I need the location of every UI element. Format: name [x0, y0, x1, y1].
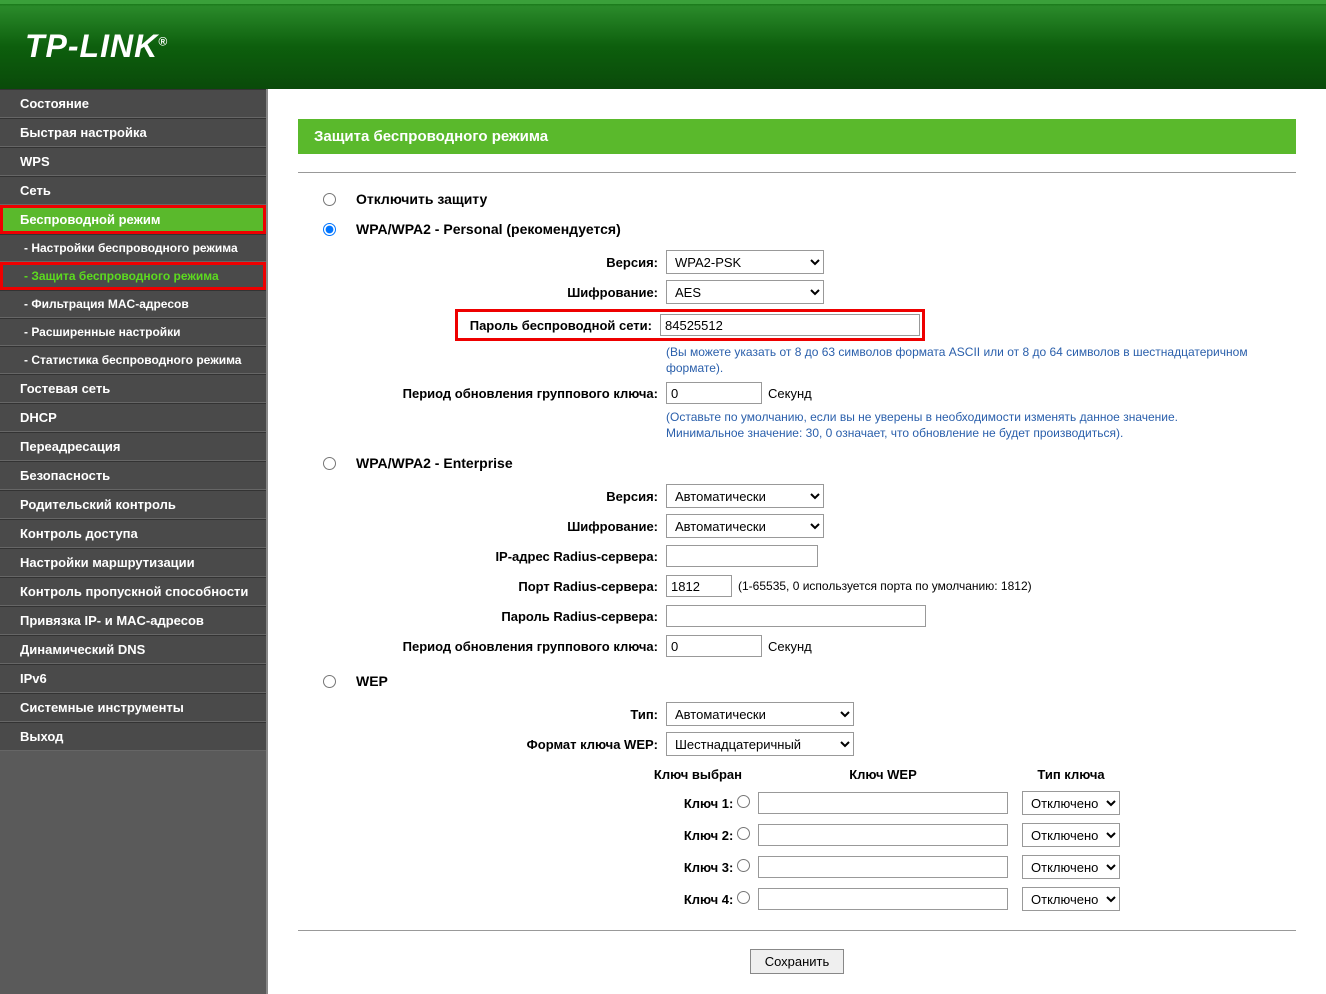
- personal-version-select[interactable]: WPA2-PSK: [666, 250, 824, 274]
- wep-key3-radio[interactable]: [737, 859, 750, 872]
- menu-parental[interactable]: Родительский контроль: [0, 490, 266, 519]
- radio-disable[interactable]: [323, 193, 336, 206]
- menu-ipv6[interactable]: IPv6: [0, 664, 266, 693]
- enterprise-title: WPA/WPA2 - Enterprise: [356, 455, 513, 471]
- ent-radius-pass-input[interactable]: [666, 605, 926, 627]
- wep-col-selected: Ключ выбран: [460, 763, 750, 786]
- wep-key1-radio[interactable]: [737, 795, 750, 808]
- wep-format-label: Формат ключа WEP:: [298, 737, 666, 752]
- header: TP-LINK®: [0, 0, 1326, 89]
- radio-wep[interactable]: [323, 675, 336, 688]
- menu-dhcp[interactable]: DHCP: [0, 403, 266, 432]
- personal-groupkey-label: Период обновления группового ключа:: [298, 386, 666, 401]
- disable-label: Отключить защиту: [356, 191, 487, 207]
- menu-ip-mac-binding[interactable]: Привязка IP- и MAC-адресов: [0, 606, 266, 635]
- personal-password-note: (Вы можете указать от 8 до 63 символов ф…: [666, 345, 1256, 376]
- ent-radius-ip-label: IP-адрес Radius-сервера:: [298, 549, 666, 564]
- ent-groupkey-label: Период обновления группового ключа:: [298, 639, 666, 654]
- wep-key-row-2: Ключ 2: Отключено: [460, 820, 1126, 850]
- personal-title: WPA/WPA2 - Personal (рекомендуется): [356, 221, 621, 237]
- menu-routing[interactable]: Настройки маршрутизации: [0, 548, 266, 577]
- wep-key1-type[interactable]: Отключено: [1022, 791, 1120, 815]
- ent-radius-port-label: Порт Radius-сервера:: [298, 579, 666, 594]
- radio-wpa-enterprise[interactable]: [323, 457, 336, 470]
- wep-format-select[interactable]: Шестнадцатеричный: [666, 732, 854, 756]
- ent-version-select[interactable]: Автоматически: [666, 484, 824, 508]
- menu-forwarding[interactable]: Переадресация: [0, 432, 266, 461]
- content: Защита беспроводного режима Отключить за…: [268, 89, 1326, 994]
- wep-title: WEP: [356, 673, 388, 689]
- personal-groupkey-note: (Оставьте по умолчанию, если вы не увере…: [666, 410, 1256, 441]
- wep-key-row-3: Ключ 3: Отключено: [460, 852, 1126, 882]
- ent-radius-ip-input[interactable]: [666, 545, 818, 567]
- menu-wireless-security[interactable]: - Защита беспроводного режима: [0, 262, 266, 290]
- page-title: Защита беспроводного режима: [298, 119, 1296, 154]
- radio-wpa-personal[interactable]: [323, 223, 336, 236]
- menu-access-control[interactable]: Контроль доступа: [0, 519, 266, 548]
- personal-encryption-label: Шифрование:: [298, 285, 666, 300]
- ent-radius-port-input[interactable]: [666, 575, 732, 597]
- wep-table: Ключ выбран Ключ WEP Тип ключа Ключ 1: О…: [458, 761, 1128, 916]
- wep-key-row-4: Ключ 4: Отключено: [460, 884, 1126, 914]
- personal-encryption-select[interactable]: AES: [666, 280, 824, 304]
- wep-key2-radio[interactable]: [737, 827, 750, 840]
- menu-logout[interactable]: Выход: [0, 722, 266, 751]
- wep-key4-type[interactable]: Отключено: [1022, 887, 1120, 911]
- ent-radius-port-note: (1-65535, 0 используется порта по умолча…: [738, 579, 1032, 593]
- menu-network[interactable]: Сеть: [0, 176, 266, 205]
- menu-guest[interactable]: Гостевая сеть: [0, 374, 266, 403]
- menu-quick-setup[interactable]: Быстрая настройка: [0, 118, 266, 147]
- menu-mac-filter[interactable]: - Фильтрация MAC-адресов: [0, 290, 266, 318]
- menu-system-tools[interactable]: Системные инструменты: [0, 693, 266, 722]
- ent-version-label: Версия:: [298, 489, 666, 504]
- wep-type-label: Тип:: [298, 707, 666, 722]
- wep-col-type: Тип ключа: [1016, 763, 1126, 786]
- wep-type-select[interactable]: Автоматически: [666, 702, 854, 726]
- sidebar: Состояние Быстрая настройка WPS Сеть Бес…: [0, 89, 268, 994]
- wep-key1-input[interactable]: [758, 792, 1008, 814]
- menu-advanced[interactable]: - Расширенные настройки: [0, 318, 266, 346]
- wep-key3-input[interactable]: [758, 856, 1008, 878]
- personal-seconds: Секунд: [768, 386, 812, 401]
- menu-wps[interactable]: WPS: [0, 147, 266, 176]
- personal-password-input[interactable]: [660, 314, 920, 336]
- wep-key2-input[interactable]: [758, 824, 1008, 846]
- menu-status[interactable]: Состояние: [0, 89, 266, 118]
- wep-key-row-1: Ключ 1: Отключено: [460, 788, 1126, 818]
- wep-key3-type[interactable]: Отключено: [1022, 855, 1120, 879]
- wep-key2-type[interactable]: Отключено: [1022, 823, 1120, 847]
- save-button[interactable]: Сохранить: [750, 949, 845, 974]
- ent-radius-pass-label: Пароль Radius-сервера:: [298, 609, 666, 624]
- menu-bandwidth[interactable]: Контроль пропускной способности: [0, 577, 266, 606]
- menu-ddns[interactable]: Динамический DNS: [0, 635, 266, 664]
- logo: TP-LINK®: [25, 28, 168, 65]
- ent-encryption-label: Шифрование:: [298, 519, 666, 534]
- personal-groupkey-input[interactable]: [666, 382, 762, 404]
- password-highlight: Пароль беспроводной сети:: [455, 309, 925, 341]
- menu-wireless[interactable]: Беспроводной режим: [0, 205, 266, 234]
- personal-password-label: Пароль беспроводной сети:: [460, 318, 660, 333]
- ent-seconds: Секунд: [768, 639, 812, 654]
- personal-version-label: Версия:: [298, 255, 666, 270]
- menu-wireless-settings[interactable]: - Настройки беспроводного режима: [0, 234, 266, 262]
- ent-encryption-select[interactable]: Автоматически: [666, 514, 824, 538]
- wep-key4-input[interactable]: [758, 888, 1008, 910]
- menu-security[interactable]: Безопасность: [0, 461, 266, 490]
- ent-groupkey-input[interactable]: [666, 635, 762, 657]
- menu-wireless-stats[interactable]: - Статистика беспроводного режима: [0, 346, 266, 374]
- wep-key4-radio[interactable]: [737, 891, 750, 904]
- divider: [298, 172, 1296, 173]
- wep-col-key: Ключ WEP: [752, 763, 1014, 786]
- divider-bottom: [298, 930, 1296, 931]
